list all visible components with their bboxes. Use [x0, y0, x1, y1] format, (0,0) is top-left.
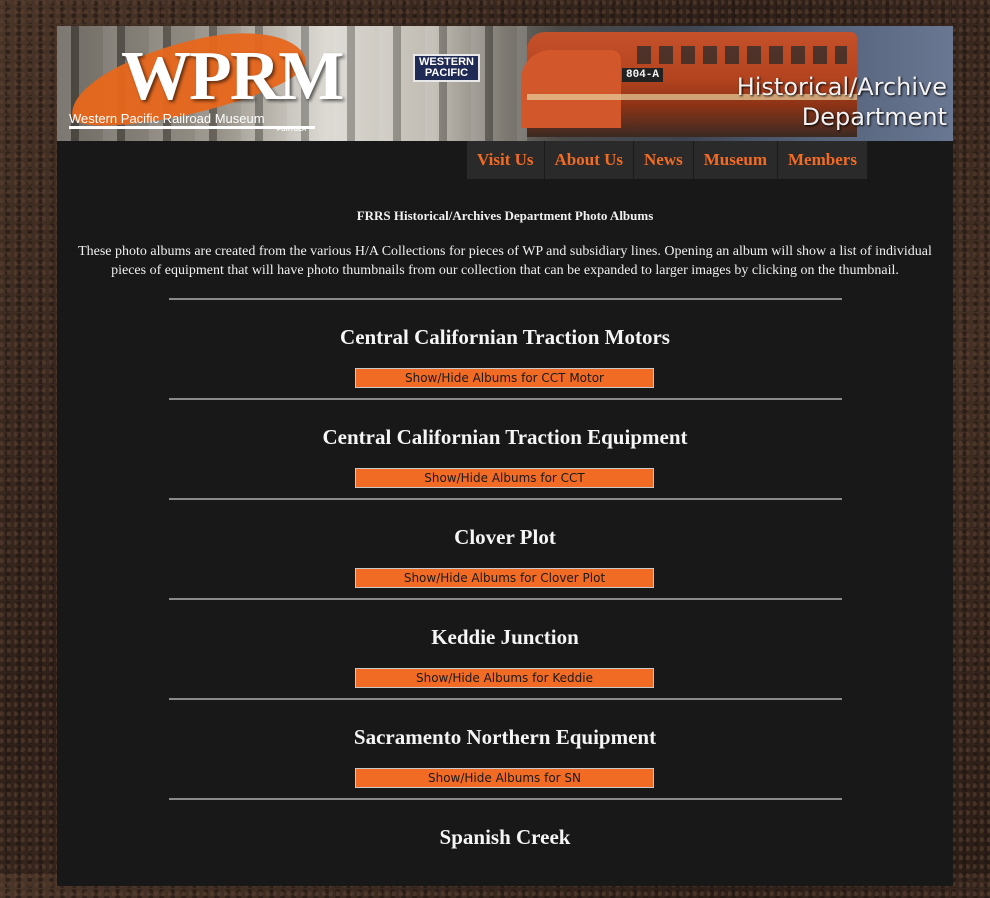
- toggle-albums-sn-button[interactable]: Show/Hide Albums for SN: [355, 768, 654, 788]
- western-pacific-sign: WESTERN PACIFIC: [413, 54, 480, 82]
- nav-members[interactable]: Members: [778, 141, 868, 179]
- section-title: Central Californian Traction Equipment: [322, 425, 688, 449]
- album-section-spanish-creek: Spanish Creek: [57, 800, 953, 898]
- toggle-albums-keddie-button[interactable]: Show/Hide Albums for Keddie: [355, 668, 654, 688]
- intro-paragraph: These photo albums are created from the …: [78, 244, 932, 278]
- album-section-sn-equipment: Sacramento Northern Equipment Show/Hide …: [57, 700, 953, 798]
- section-title: Spanish Creek: [439, 825, 571, 849]
- section-title: Central Californian Traction Motors: [340, 325, 670, 349]
- logo-place: PORTOLA: [277, 127, 307, 133]
- toggle-albums-cct-motor-button[interactable]: Show/Hide Albums for CCT Motor: [355, 368, 654, 388]
- toggle-albums-cct-button[interactable]: Show/Hide Albums for CCT: [355, 468, 654, 488]
- album-section-clover-plot: Clover Plot Show/Hide Albums for Clover …: [57, 500, 953, 598]
- locomotive-number: 804-A: [622, 68, 664, 82]
- album-section-cct-equipment: Central Californian Traction Equipment S…: [57, 400, 953, 498]
- page-title: FRRS Historical/Archives Department Phot…: [356, 208, 654, 223]
- main-content: FRRS Historical/Archives Department Phot…: [57, 202, 953, 898]
- header-banner: WESTERN PACIFIC 804-A WPRM Western Pacif…: [57, 26, 953, 141]
- album-section-keddie-junction: Keddie Junction Show/Hide Albums for Ked…: [57, 600, 953, 698]
- page-container: WESTERN PACIFIC 804-A WPRM Western Pacif…: [57, 26, 953, 886]
- locomotive-nose: [521, 50, 621, 128]
- locomotive-windows: [637, 46, 847, 64]
- nav-news[interactable]: News: [634, 141, 694, 179]
- nav-about-us[interactable]: About Us: [545, 141, 635, 179]
- album-section-cct-motors: Central Californian Traction Motors Show…: [57, 300, 953, 398]
- nav-museum[interactable]: Museum: [694, 141, 779, 179]
- main-nav: Visit Us About Us News Museum Members: [467, 141, 868, 179]
- section-title: Keddie Junction: [431, 625, 579, 649]
- site-logo[interactable]: WPRM: [121, 42, 344, 112]
- section-title: Clover Plot: [454, 525, 556, 549]
- nav-visit-us[interactable]: Visit Us: [467, 141, 545, 179]
- department-title: Historical/Archive Department: [736, 73, 947, 131]
- section-title: Sacramento Northern Equipment: [353, 725, 657, 749]
- toggle-albums-clover-plot-button[interactable]: Show/Hide Albums for Clover Plot: [355, 568, 654, 588]
